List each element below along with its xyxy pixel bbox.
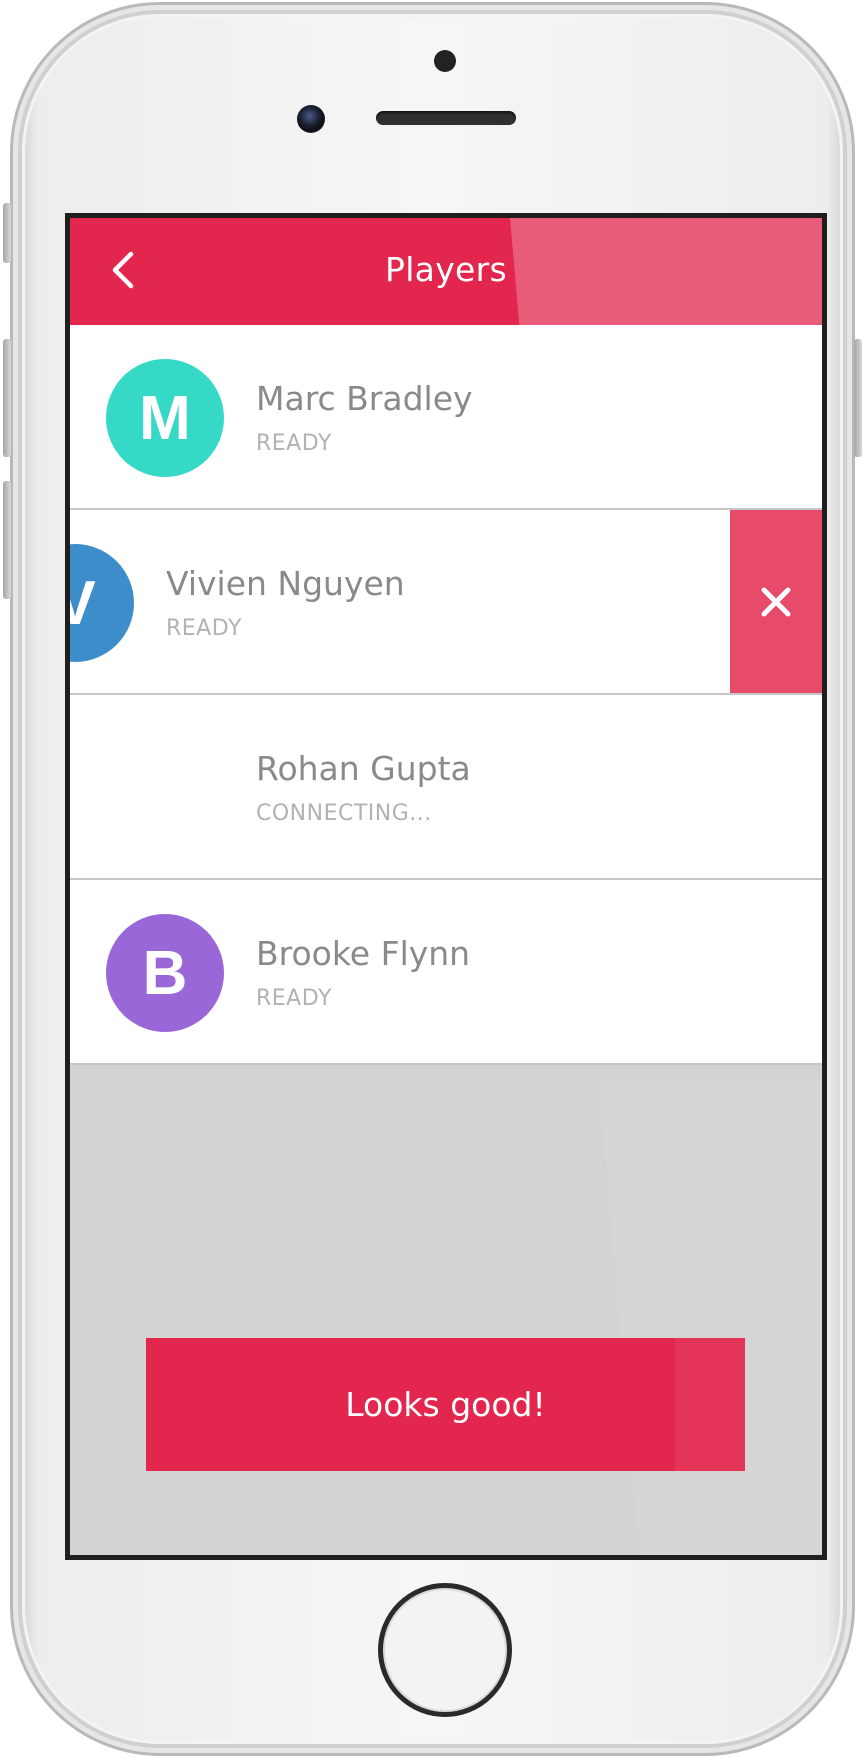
page-title: Players [385,250,507,289]
avatar-initial: V [70,568,96,639]
home-button[interactable] [378,1583,512,1717]
players-list: M Marc Bradley READY V Vivien Nguyen REA… [70,325,822,1065]
player-row[interactable]: Rohan Gupta CONNECTING... [70,695,822,880]
player-name: Vivien Nguyen [166,564,405,603]
earpiece-speaker [376,111,516,125]
player-name: Rohan Gupta [256,749,471,788]
avatar: M [106,359,224,477]
app-screen: Players M Marc Bradley READY Vivien Nguy… [65,213,827,1560]
screen-glare [598,1078,822,1555]
avatar-initial: B [142,938,188,1008]
player-row[interactable]: B Brooke Flynn READY [70,880,822,1065]
close-icon [761,587,791,616]
player-status: READY [256,986,332,1011]
button-glare [675,1338,745,1471]
avatar: V [70,544,134,662]
volume-up-button [3,339,11,457]
avatar-initial: M [139,383,191,453]
avatar: B [106,914,224,1032]
volume-down-button [3,481,11,599]
placeholder-avatar-icon [106,729,224,847]
player-status: READY [256,431,332,456]
phone-frame: Players M Marc Bradley READY Vivien Nguy… [3,2,862,1756]
front-camera [297,105,325,133]
remove-player-button[interactable] [730,510,822,693]
power-button [854,339,862,457]
mute-switch [3,203,11,263]
player-name: Marc Bradley [256,379,473,418]
player-name: Brooke Flynn [256,934,471,973]
looks-good-button[interactable]: Looks good! [146,1338,745,1471]
app-header: Players [70,218,822,325]
player-row[interactable]: V Vivien Nguyen READY [70,510,822,695]
looks-good-label: Looks good! [345,1385,546,1424]
proximity-sensor [434,50,456,72]
player-status: READY [166,616,242,641]
player-row[interactable]: M Marc Bradley READY [70,325,822,510]
player-status: CONNECTING... [256,801,432,826]
